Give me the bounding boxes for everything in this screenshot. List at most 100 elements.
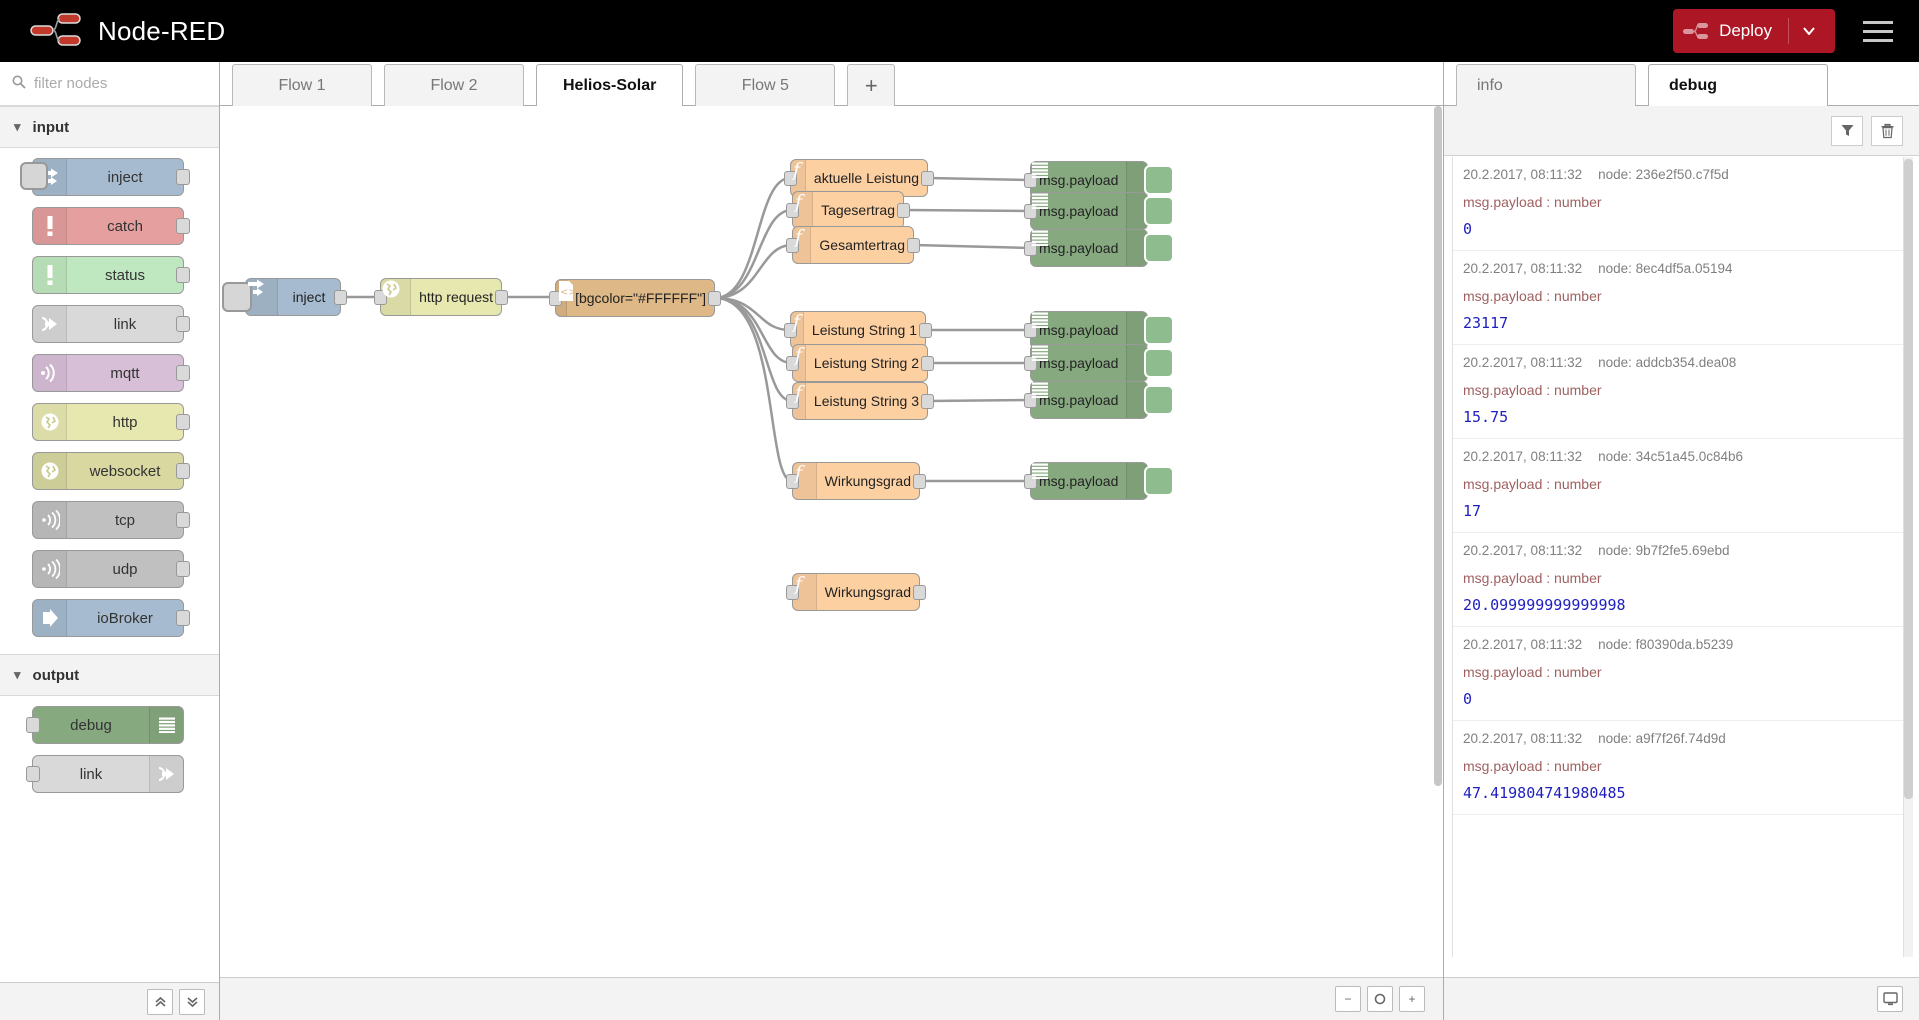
debug-message[interactable]: 20.2.2017, 08:11:32 node: 9b7f2fe5.69ebd m… <box>1453 533 1903 627</box>
debug-message[interactable]: 20.2.2017, 08:11:32 node: f80390da.b5239 m… <box>1453 627 1903 721</box>
flow-tab-helios-solar[interactable]: Helios-Solar <box>536 64 684 106</box>
palette-search[interactable] <box>0 62 219 106</box>
debug-active-toggle[interactable] <box>1144 348 1174 378</box>
output-port[interactable] <box>334 290 347 305</box>
input-port[interactable] <box>26 717 40 733</box>
debug-property: msg.payload : number <box>1463 194 1602 210</box>
debug-active-toggle[interactable] <box>1144 165 1174 195</box>
flow-node-d5[interactable]: msg.payload <box>1024 344 1174 382</box>
canvas-vertical-scrollbar[interactable] <box>1434 106 1442 786</box>
flow-node-d2[interactable]: msg.payload <box>1024 192 1174 230</box>
funnel-icon[interactable] <box>1831 115 1863 146</box>
output-port[interactable] <box>176 414 190 430</box>
main-menu-button[interactable] <box>1849 0 1907 62</box>
flow-node-f8[interactable]: f Wirkungsgrad <box>786 573 926 611</box>
logo-wrap: Node-RED <box>30 12 225 51</box>
flow-node-d7[interactable]: msg.payload <box>1024 462 1174 500</box>
zoom-in-button[interactable]: + <box>1399 986 1425 1012</box>
output-port[interactable] <box>176 218 190 234</box>
output-port[interactable] <box>176 610 190 626</box>
debug-active-toggle[interactable] <box>1144 385 1174 415</box>
flow-node-f6[interactable]: f Leistung String 3 <box>786 382 934 420</box>
palette-node-catch[interactable]: catch <box>32 207 190 245</box>
sidebar-tab-info[interactable]: info <box>1456 64 1636 106</box>
trash-icon[interactable] <box>1871 115 1903 146</box>
palette-category-output[interactable]: ▾ output <box>0 654 219 696</box>
output-port[interactable] <box>176 365 190 381</box>
output-port[interactable] <box>176 267 190 283</box>
output-port[interactable] <box>921 356 934 371</box>
flow-tab-flow-5[interactable]: Flow 5 <box>695 64 836 106</box>
palette-node-status[interactable]: status <box>32 256 190 294</box>
flow-node-http[interactable]: http request <box>374 278 508 316</box>
palette-category-input[interactable]: ▾ input <box>0 106 219 148</box>
debug-message[interactable]: 20.2.2017, 08:11:32 node: 34c51a45.0c84b6… <box>1453 439 1903 533</box>
output-port[interactable] <box>176 169 190 185</box>
output-port[interactable] <box>921 171 934 186</box>
output-port[interactable] <box>907 238 920 253</box>
deploy-caret-icon[interactable] <box>1788 18 1829 44</box>
output-port[interactable] <box>913 474 926 489</box>
flow-node-label: http request <box>419 289 493 305</box>
signal-icon <box>33 502 67 538</box>
zoom-out-button[interactable]: − <box>1335 986 1361 1012</box>
palette-node-udp[interactable]: udp <box>32 550 190 588</box>
chevrons-up-icon[interactable] <box>147 988 173 1015</box>
palette-node-iobroker[interactable]: ioBroker <box>32 599 190 637</box>
flow-node-d3[interactable]: msg.payload <box>1024 229 1174 267</box>
palette-node-debug[interactable]: debug <box>26 706 184 744</box>
input-port[interactable] <box>26 766 40 782</box>
function-icon: f <box>793 463 817 499</box>
chevrons-down-icon[interactable] <box>179 988 205 1015</box>
flow-canvas[interactable]: inject http request <> [bgcolor="#FFFFFF"] f… <box>220 106 1443 977</box>
output-port[interactable] <box>176 463 190 479</box>
debug-active-toggle[interactable] <box>1144 466 1174 496</box>
function-icon: f <box>793 383 806 419</box>
palette-node-link[interactable]: link <box>26 755 184 793</box>
output-port[interactable] <box>921 394 934 409</box>
output-port[interactable] <box>919 323 932 338</box>
palette-node-http[interactable]: http <box>32 403 190 441</box>
zoom-reset-button[interactable] <box>1367 986 1393 1012</box>
output-port[interactable] <box>913 585 926 600</box>
monitor-icon[interactable] <box>1877 986 1903 1012</box>
deploy-icon <box>1683 22 1709 40</box>
flow-node-json[interactable]: <> [bgcolor="#FFFFFF"] <box>549 279 721 317</box>
flow-node-f5[interactable]: f Leistung String 2 <box>786 344 934 382</box>
flow-node-f7[interactable]: f Wirkungsgrad <box>786 462 926 500</box>
debug-message-list[interactable]: 20.2.2017, 08:11:32 node: 236e2f50.c7f5d m… <box>1452 157 1904 957</box>
palette-node-mqtt[interactable]: mqtt <box>32 354 190 392</box>
output-port[interactable] <box>176 561 190 577</box>
debug-active-toggle[interactable] <box>1144 196 1174 226</box>
flow-node-inject[interactable]: inject <box>222 278 347 316</box>
search-input[interactable] <box>34 75 204 92</box>
debug-active-toggle[interactable] <box>1144 315 1174 345</box>
output-port[interactable] <box>897 203 910 218</box>
debug-node-id: node: 236e2f50.c7f5d <box>1598 167 1729 182</box>
debug-message[interactable]: 20.2.2017, 08:11:32 node: addcb354.dea08 m… <box>1453 345 1903 439</box>
debug-message[interactable]: 20.2.2017, 08:11:32 node: 236e2f50.c7f5d m… <box>1453 157 1903 251</box>
flow-tab-flow-2[interactable]: Flow 2 <box>384 64 524 106</box>
node-button[interactable] <box>20 162 48 190</box>
globe-icon <box>381 279 412 315</box>
output-port[interactable] <box>708 291 721 306</box>
output-port[interactable] <box>176 316 190 332</box>
debug-active-toggle[interactable] <box>1144 233 1174 263</box>
add-flow-button[interactable]: + <box>847 64 896 106</box>
palette-node-inject[interactable]: inject <box>20 158 190 196</box>
flow-node-f2[interactable]: f Tagesertrag <box>786 191 910 229</box>
palette-node-tcp[interactable]: tcp <box>32 501 190 539</box>
output-port[interactable] <box>176 512 190 528</box>
debug-scrollbar[interactable] <box>1904 157 1913 957</box>
output-port[interactable] <box>495 290 508 305</box>
palette-node-websocket[interactable]: websocket <box>32 452 190 490</box>
flow-node-f3[interactable]: f Gesamtertrag <box>786 226 920 264</box>
palette-node-link[interactable]: link <box>32 305 190 343</box>
debug-message[interactable]: 20.2.2017, 08:11:32 node: 8ec4df5a.05194 m… <box>1453 251 1903 345</box>
sidebar-tab-debug[interactable]: debug <box>1648 64 1828 106</box>
debug-scrollbar-thumb[interactable] <box>1904 159 1913 799</box>
flow-tab-flow-1[interactable]: Flow 1 <box>232 64 372 106</box>
flow-node-d6[interactable]: msg.payload <box>1024 381 1174 419</box>
deploy-button[interactable]: Deploy <box>1673 9 1835 53</box>
debug-message[interactable]: 20.2.2017, 08:11:32 node: a9f7f26f.74d9d m… <box>1453 721 1903 815</box>
